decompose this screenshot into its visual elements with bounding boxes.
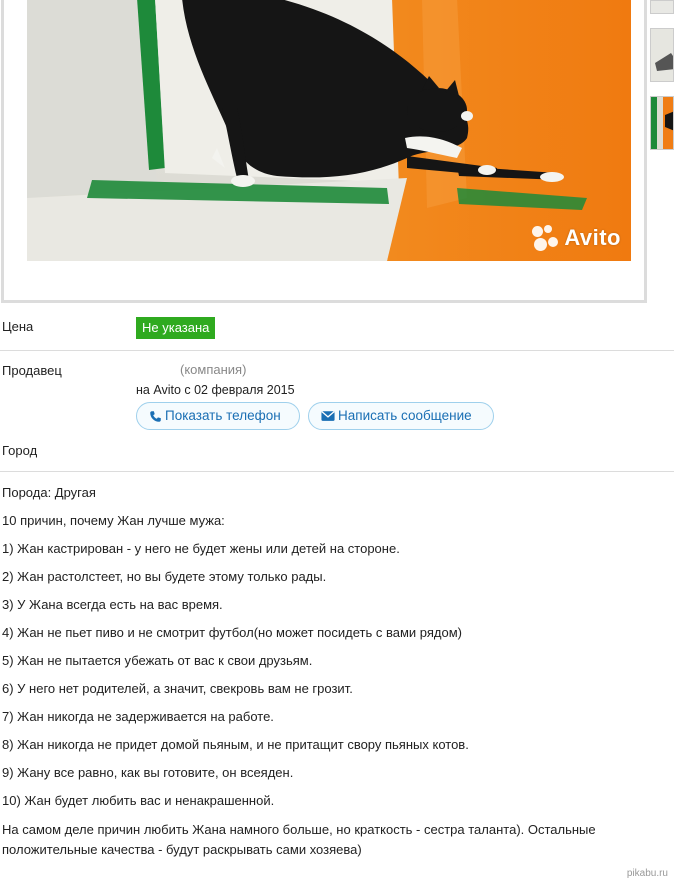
description-line: 6) У него нет родителей, а значит, свекр…: [2, 681, 353, 696]
photo-gallery: Avito: [1, 0, 647, 303]
divider: [0, 471, 674, 472]
avito-watermark-text: Avito: [564, 225, 621, 250]
description-line: 5) Жан не пытается убежать от вас к свои…: [2, 653, 313, 668]
envelope-icon: [321, 411, 335, 421]
description-line: 2) Жан растолстеет, но вы будете этому т…: [2, 569, 327, 584]
description-line: 10 причин, почему Жан лучше мужа:: [2, 513, 225, 528]
description-closing: На самом деле причин любить Жана намного…: [2, 822, 596, 857]
write-message-button[interactable]: Написать сообщение: [308, 402, 494, 430]
thumbnail-1[interactable]: [650, 0, 674, 14]
description-line: Порода: Другая: [2, 485, 96, 500]
seller-label: Продавец: [2, 363, 62, 378]
seller-type: (компания): [180, 362, 247, 377]
phone-icon: [150, 410, 161, 422]
thumbnail-strip: [648, 0, 674, 160]
description-line: 4) Жан не пьет пиво и не смотрит футбол(…: [2, 625, 463, 640]
description-line: 10) Жан будет любить вас и ненакрашенной…: [2, 793, 275, 808]
pikabu-watermark: pikabu.ru: [626, 868, 668, 879]
avito-watermark: Avito: [532, 225, 621, 251]
city-label: Город: [2, 443, 38, 458]
listing-photo[interactable]: Avito: [27, 0, 631, 261]
write-message-label: Написать сообщение: [338, 408, 472, 423]
show-phone-label: Показать телефон: [165, 408, 281, 423]
thumbnail-2[interactable]: [650, 28, 674, 82]
seller-since: на Avito с 02 февраля 2015: [136, 383, 295, 397]
description-line: 1) Жан кастрирован - у него не будет жен…: [2, 541, 400, 556]
description-line: 8) Жан никогда не придет домой пьяным, и…: [2, 737, 469, 752]
divider: [0, 350, 674, 351]
show-phone-button[interactable]: Показать телефон: [136, 402, 300, 430]
price-label: Цена: [2, 319, 34, 334]
description-line: 9) Жану все равно, как вы готовите, он в…: [2, 765, 294, 780]
listing-description: Порода: Другая 10 причин, почему Жан луч…: [2, 484, 670, 860]
cat-photo-illustration: [27, 0, 631, 261]
description-line: 3) У Жана всегда есть на вас время.: [2, 597, 223, 612]
price-badge: Не указана: [136, 317, 216, 339]
avito-logo-icon: [532, 225, 559, 251]
description-line: 7) Жан никогда не задерживается на работ…: [2, 709, 274, 724]
thumbnail-3[interactable]: [650, 96, 674, 150]
